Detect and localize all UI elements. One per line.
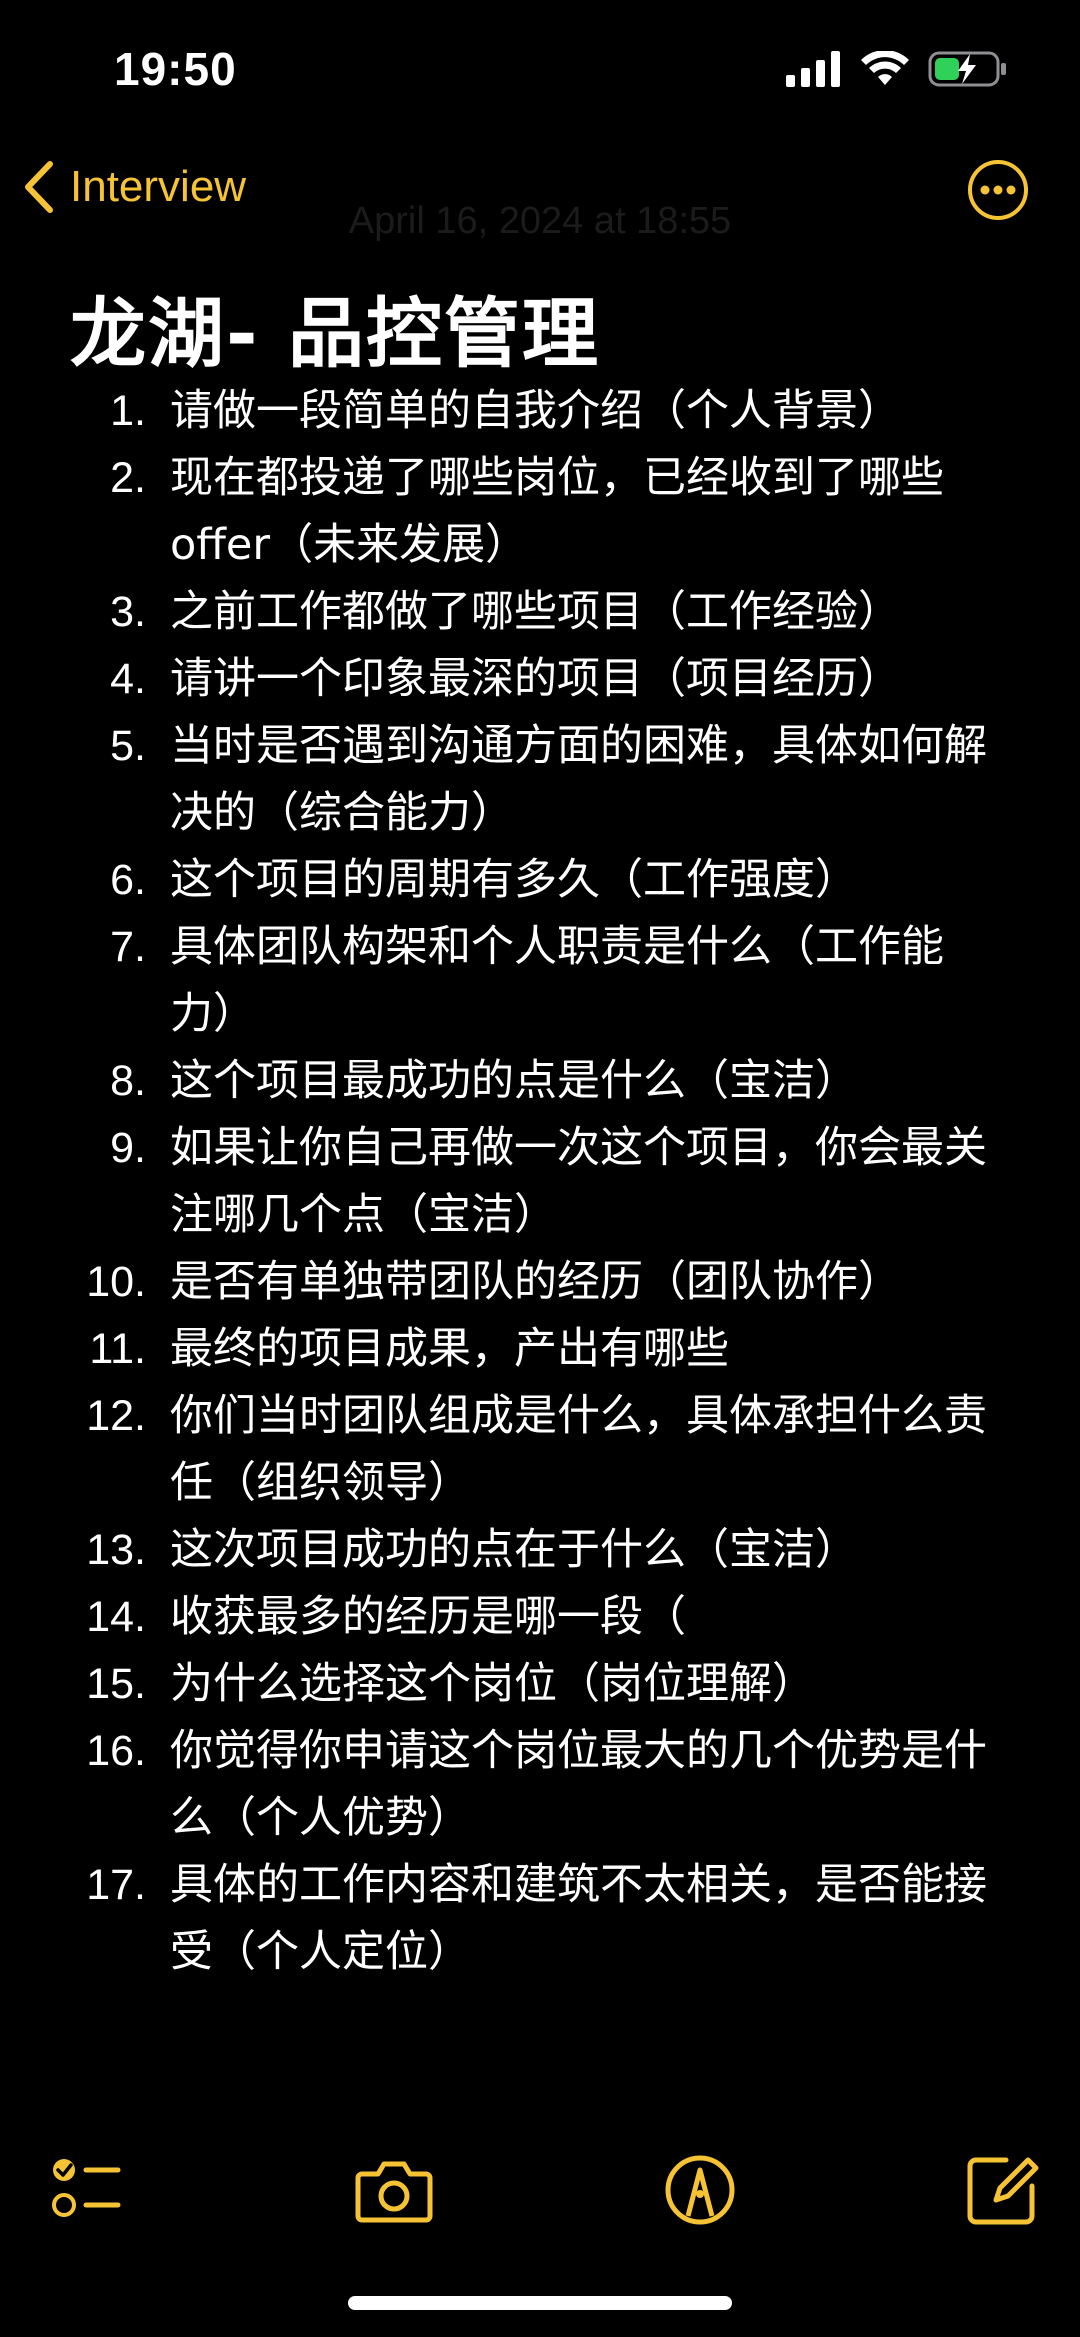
list-number: 12. (86, 1392, 146, 1440)
checklist-icon (52, 2159, 121, 2217)
list-item: 14. 收获最多的经历是哪一段（ (0, 1584, 1080, 1651)
list-text: 是否有单独带团队的经历（团队协作） (170, 1257, 901, 1307)
list-text: 具体的工作内容和建筑不太相关，是否能接受（个人定位） (170, 1860, 987, 1977)
list-text: 收获最多的经历是哪一段（ (170, 1592, 686, 1642)
list-number: 13. (86, 1526, 146, 1574)
list-item: 11. 最终的项目成果，产出有哪些 (0, 1316, 1080, 1383)
list-item: 17. 具体的工作内容和建筑不太相关，是否能接受（个人定位） (0, 1852, 1080, 1986)
list-number: 15. (86, 1660, 146, 1708)
list-item: 5. 当时是否遇到沟通方面的困难，具体如何解决的（综合能力） (0, 713, 1080, 847)
battery-charging-icon (928, 51, 1006, 87)
bottom-toolbar (0, 2140, 1080, 2230)
status-bar: 19:50 (0, 0, 1080, 140)
list-text: 为什么选择这个岗位（岗位理解） (170, 1659, 815, 1709)
wifi-icon (861, 51, 909, 85)
question-list[interactable]: 1. 请做一段简单的自我介绍（个人背景） 2. 现在都投递了哪些岗位，已经收到了哪些… (0, 378, 1080, 1986)
list-text: 你们当时团队组成是什么，具体承担什么责任（组织领导） (170, 1391, 987, 1508)
list-text: 这个项目的周期有多久（工作强度） (170, 855, 858, 905)
list-item: 15. 为什么选择这个岗位（岗位理解） (0, 1651, 1080, 1718)
list-number: 5. (110, 722, 146, 770)
list-item: 7. 具体团队构架和个人职责是什么（工作能力） (0, 914, 1080, 1048)
list-text: 这个项目最成功的点是什么（宝洁） (170, 1056, 858, 1106)
list-text: 当时是否遇到沟通方面的困难，具体如何解决的（综合能力） (170, 721, 987, 838)
list-item: 13. 这次项目成功的点在于什么（宝洁） (0, 1517, 1080, 1584)
list-number: 10. (86, 1258, 146, 1306)
list-text: 你觉得你申请这个岗位最大的几个优势是什么（个人优势） (170, 1726, 987, 1843)
note-title[interactable]: 龙湖- 品控管理 (70, 272, 600, 382)
list-number: 11. (89, 1325, 146, 1373)
list-number: 7. (110, 923, 146, 971)
list-text: 最终的项目成果，产出有哪些 (170, 1324, 729, 1374)
status-time: 19:50 (114, 43, 237, 95)
pen-tip-icon (665, 2155, 735, 2225)
note-date: April 16, 2024 at 18:55 (348, 200, 732, 242)
status-icons (786, 50, 1008, 88)
compose-icon (967, 2157, 1039, 2225)
compose-button[interactable] (962, 2150, 1042, 2230)
list-item: 12. 你们当时团队组成是什么，具体承担什么责任（组织领导） (0, 1383, 1080, 1517)
list-text: 这次项目成功的点在于什么（宝洁） (170, 1525, 858, 1575)
list-number: 4. (110, 655, 146, 703)
cellular-signal-icon (786, 51, 840, 87)
list-number: 2. (110, 454, 146, 502)
list-item: 6. 这个项目的周期有多久（工作强度） (0, 847, 1080, 914)
list-item: 8. 这个项目最成功的点是什么（宝洁） (0, 1048, 1080, 1115)
list-text: 具体团队构架和个人职责是什么（工作能力） (170, 922, 944, 1039)
list-item: 1. 请做一段简单的自我介绍（个人背景） (0, 378, 1080, 445)
list-item: 16. 你觉得你申请这个岗位最大的几个优势是什么（个人优势） (0, 1718, 1080, 1852)
list-number: 9. (110, 1124, 146, 1172)
markup-button[interactable] (660, 2150, 740, 2230)
list-item: 9. 如果让你自己再做一次这个项目，你会最关注哪几个点（宝洁） (0, 1115, 1080, 1249)
list-text: 现在都投递了哪些岗位，已经收到了哪些offer（未来发展） (170, 453, 944, 570)
list-text: 之前工作都做了哪些项目（工作经验） (170, 587, 901, 637)
list-number: 8. (110, 1057, 146, 1105)
list-number: 3. (110, 588, 146, 636)
list-number: 1. (110, 387, 146, 435)
list-number: 6. (110, 856, 146, 904)
list-text: 请做一段简单的自我介绍（个人背景） (170, 386, 901, 436)
camera-icon (355, 2161, 433, 2223)
list-number: 14. (86, 1593, 146, 1641)
list-number: 17. (86, 1861, 146, 1909)
list-text: 请讲一个印象最深的项目（项目经历） (170, 654, 901, 704)
camera-button[interactable] (354, 2150, 434, 2230)
list-text: 如果让你自己再做一次这个项目，你会最关注哪几个点（宝洁） (170, 1123, 987, 1240)
list-item: 10. 是否有单独带团队的经历（团队协作） (0, 1249, 1080, 1316)
checklist-button[interactable] (44, 2150, 124, 2230)
list-item: 4. 请讲一个印象最深的项目（项目经历） (0, 646, 1080, 713)
home-indicator[interactable] (348, 2296, 732, 2310)
list-number: 16. (86, 1727, 146, 1775)
list-item: 2. 现在都投递了哪些岗位，已经收到了哪些offer（未来发展） (0, 445, 1080, 579)
list-item: 3. 之前工作都做了哪些项目（工作经验） (0, 579, 1080, 646)
